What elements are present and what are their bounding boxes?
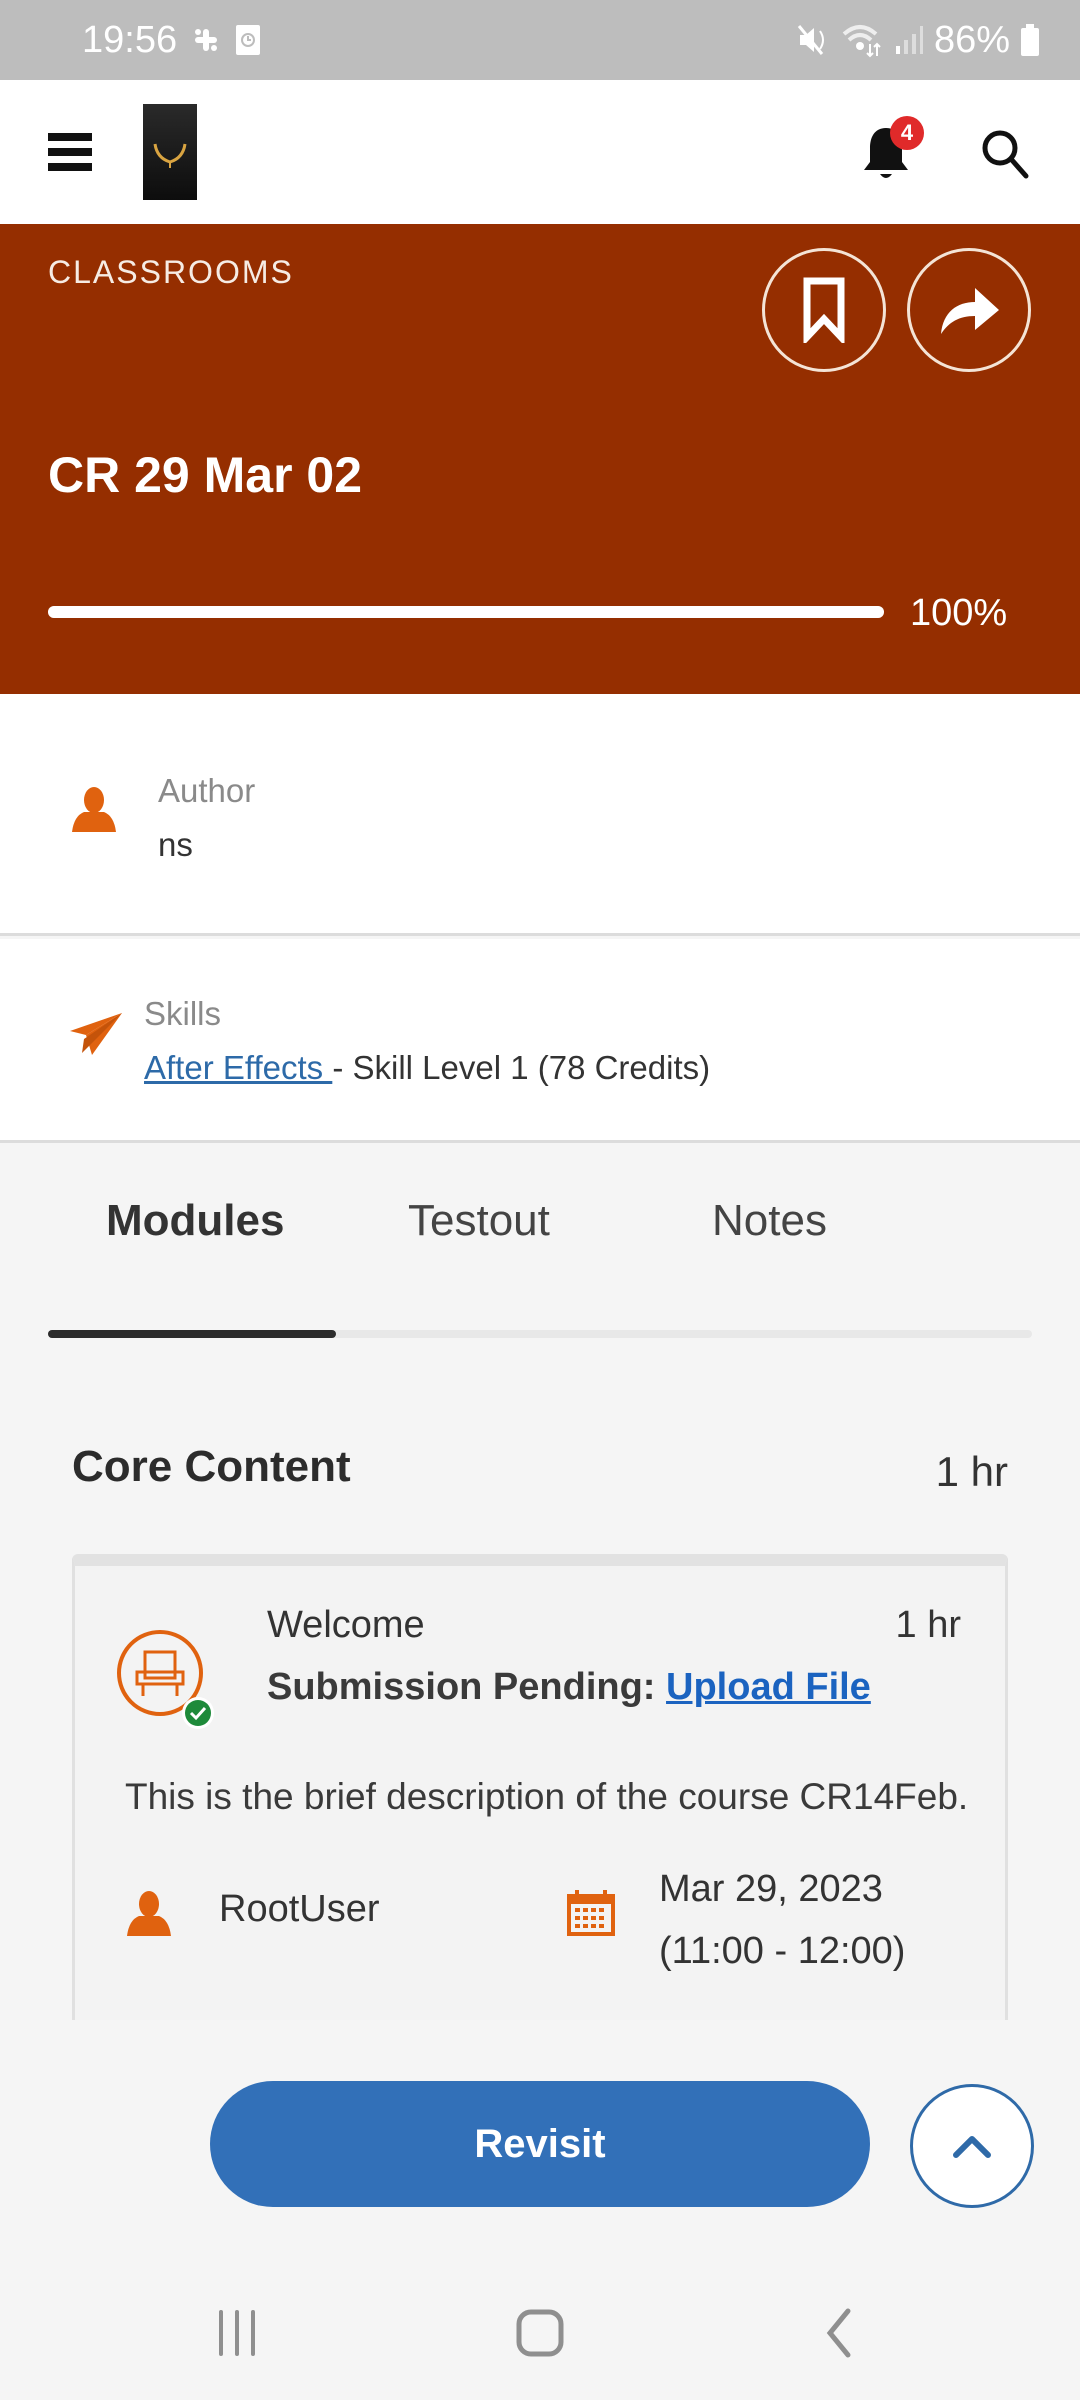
author-section: Author ns bbox=[0, 694, 1080, 936]
bookmark-icon bbox=[803, 277, 845, 343]
section-duration: 1 hr bbox=[935, 1448, 1008, 1495]
status-time: 19:56 bbox=[82, 18, 178, 61]
calendar-icon bbox=[565, 1888, 617, 1943]
app-header: 4 bbox=[0, 80, 1080, 224]
share-button[interactable] bbox=[907, 248, 1031, 372]
session-schedule: Mar 29, 2023 (11:00 - 12:00) bbox=[659, 1858, 905, 1982]
wifi-icon bbox=[840, 22, 884, 58]
skills-section: Skills After Effects - Skill Level 1 (78… bbox=[0, 939, 1080, 1143]
submission-status-label: Submission Pending: bbox=[267, 1666, 656, 1708]
module-title[interactable]: Welcome bbox=[267, 1604, 425, 1647]
search-icon bbox=[982, 130, 1029, 179]
session-date: Mar 29, 2023 bbox=[659, 1868, 883, 1910]
session-time: (11:00 - 12:00) bbox=[659, 1930, 906, 1972]
home-icon bbox=[516, 2309, 564, 2357]
section-title: Core Content bbox=[72, 1442, 351, 1491]
signal-icon bbox=[894, 24, 924, 56]
battery-percent: 86% bbox=[933, 18, 1010, 61]
status-bar: 19:56 86% bbox=[0, 0, 1080, 80]
back-button[interactable] bbox=[805, 2303, 875, 2363]
notification-badge: 4 bbox=[890, 116, 924, 150]
recent-apps-icon bbox=[219, 2310, 255, 2356]
progress-label: 100% bbox=[910, 592, 1008, 634]
content-tabs: Modules Testout Notes bbox=[48, 1196, 1032, 1340]
active-tab-indicator bbox=[48, 1330, 336, 1338]
author-label: Author bbox=[158, 772, 256, 809]
submission-status: Submission Pending: Upload File bbox=[267, 1666, 871, 1709]
completed-check-icon bbox=[181, 1696, 215, 1735]
module-description: This is the brief description of the cou… bbox=[125, 1776, 969, 1817]
tab-notes[interactable]: Notes bbox=[712, 1196, 827, 1246]
search-button[interactable] bbox=[978, 126, 1034, 182]
back-icon bbox=[826, 2308, 851, 2358]
home-button[interactable] bbox=[505, 2303, 575, 2363]
course-progress-bar bbox=[48, 606, 884, 618]
skills-label: Skills bbox=[144, 995, 222, 1032]
bookmark-button[interactable] bbox=[762, 248, 886, 372]
skill-detail: - Skill Level 1 (78 Credits) bbox=[332, 1049, 711, 1086]
instructor-icon bbox=[125, 1890, 173, 1945]
battery-icon bbox=[1020, 23, 1040, 57]
app-logo[interactable] bbox=[143, 104, 197, 200]
mute-icon bbox=[796, 23, 830, 57]
person-icon bbox=[70, 786, 118, 841]
course-hero: CLASSROOMS CR 29 Mar 02 100% bbox=[0, 224, 1080, 694]
tab-testout[interactable]: Testout bbox=[408, 1196, 550, 1246]
system-nav-bar bbox=[0, 2255, 1080, 2400]
progress-fill bbox=[48, 606, 884, 618]
revisit-button[interactable]: Revisit bbox=[210, 2081, 870, 2207]
paper-plane-icon bbox=[68, 1011, 124, 1062]
scroll-to-top-button[interactable] bbox=[910, 2084, 1034, 2208]
author-name: ns bbox=[158, 826, 193, 863]
tab-modules[interactable]: Modules bbox=[106, 1196, 284, 1246]
share-icon bbox=[941, 288, 999, 334]
chevron-up-icon bbox=[953, 2136, 991, 2158]
module-card[interactable]: Welcome 1 hr Submission Pending: Upload … bbox=[72, 1554, 1008, 2020]
module-duration: 1 hr bbox=[895, 1604, 961, 1646]
course-category: CLASSROOMS bbox=[48, 254, 294, 290]
slack-icon bbox=[191, 25, 221, 55]
menu-icon[interactable] bbox=[48, 130, 92, 174]
clock-app-icon bbox=[235, 24, 261, 56]
notification-bell-button[interactable]: 4 bbox=[860, 116, 924, 184]
skill-link[interactable]: After Effects bbox=[144, 1049, 332, 1086]
recent-apps-button[interactable] bbox=[202, 2303, 272, 2363]
upload-file-link[interactable]: Upload File bbox=[666, 1666, 871, 1708]
course-title: CR 29 Mar 02 bbox=[48, 447, 363, 503]
skill-entry: After Effects - Skill Level 1 (78 Credit… bbox=[144, 1049, 710, 1087]
instructor-name: RootUser bbox=[219, 1888, 380, 1930]
